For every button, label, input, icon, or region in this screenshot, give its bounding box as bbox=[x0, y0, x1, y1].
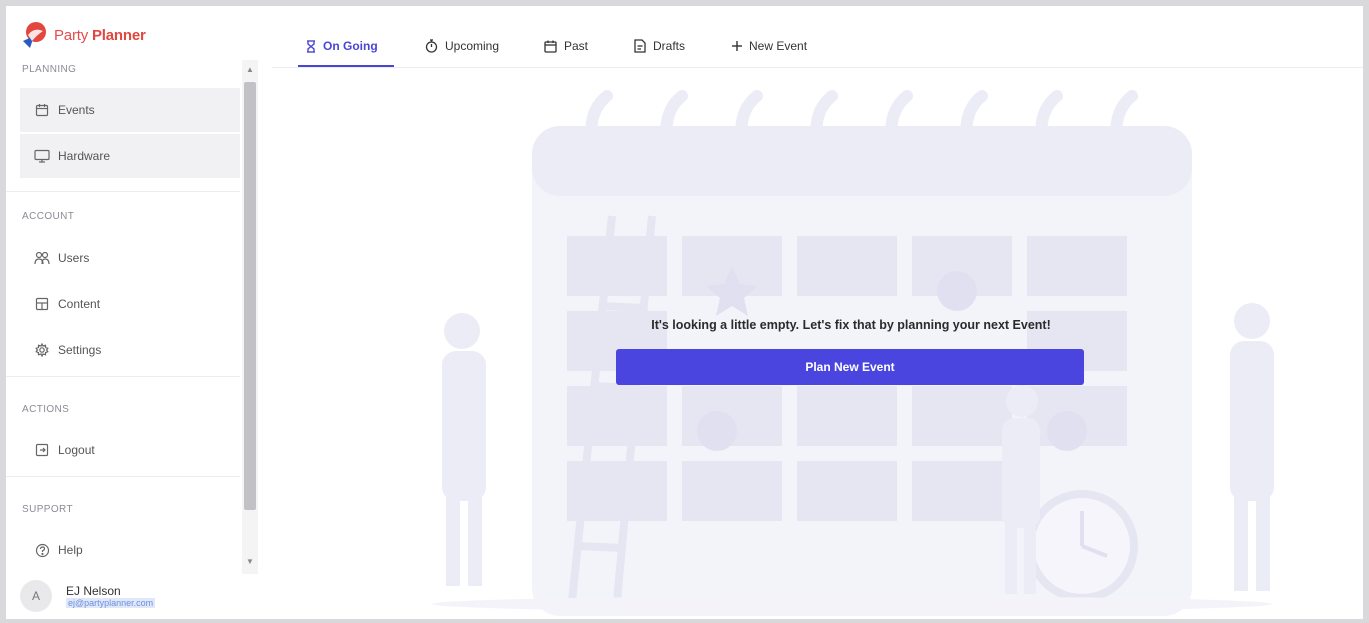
sidebar-item-label: Hardware bbox=[58, 149, 111, 163]
user-profile[interactable]: A EJ Nelson ej@partyplanner.com bbox=[20, 580, 156, 612]
sidebar-item-label: Help bbox=[58, 543, 83, 557]
divider bbox=[6, 191, 240, 192]
user-email: ej@partyplanner.com bbox=[66, 598, 156, 608]
sidebar-item-label: Users bbox=[58, 251, 90, 265]
calendar-icon bbox=[544, 40, 557, 53]
logout-icon bbox=[34, 442, 50, 458]
section-label-support: SUPPORT bbox=[22, 504, 73, 515]
empty-calendar-illustration bbox=[432, 90, 1274, 616]
sidebar-item-users[interactable]: Users bbox=[20, 236, 240, 280]
plus-icon bbox=[732, 41, 742, 51]
sidebar-item-label: Logout bbox=[58, 443, 95, 457]
scroll-up-arrow-icon[interactable]: ▲ bbox=[244, 64, 256, 76]
calendar-icon bbox=[34, 102, 50, 118]
plan-new-event-button[interactable]: Plan New Event bbox=[616, 349, 1084, 385]
sidebar-item-logout[interactable]: Logout bbox=[20, 428, 240, 472]
stopwatch-icon bbox=[425, 39, 438, 53]
user-name: EJ Nelson bbox=[66, 584, 121, 598]
sidebar: Party Planner PLANNING Events Hardware A… bbox=[6, 6, 260, 619]
tab-upcoming[interactable]: Upcoming bbox=[425, 34, 499, 58]
tab-on-going[interactable]: On Going bbox=[306, 34, 378, 58]
gear-icon bbox=[34, 342, 50, 358]
hourglass-icon bbox=[306, 39, 316, 53]
sidebar-scrollbar[interactable]: ▲ ▼ bbox=[242, 60, 258, 574]
main-content: On Going Upcoming Past Drafts New Event bbox=[272, 6, 1363, 619]
logo-text-planner: Planner bbox=[91, 26, 146, 44]
tab-past[interactable]: Past bbox=[544, 34, 588, 58]
tab-label: On Going bbox=[323, 39, 378, 53]
tab-new-event[interactable]: New Event bbox=[732, 34, 807, 58]
scroll-down-arrow-icon[interactable]: ▼ bbox=[244, 556, 256, 568]
tab-label: Upcoming bbox=[445, 39, 500, 53]
sidebar-item-events[interactable]: Events bbox=[20, 88, 240, 132]
sidebar-item-label: Settings bbox=[58, 343, 102, 357]
section-label-account: ACCOUNT bbox=[22, 211, 75, 222]
sidebar-item-label: Events bbox=[58, 103, 95, 117]
tab-label: New Event bbox=[749, 39, 808, 53]
empty-state-message: It's looking a little empty. Let's fix t… bbox=[651, 318, 1051, 332]
event-tabs: On Going Upcoming Past Drafts New Event bbox=[272, 6, 1363, 68]
sidebar-item-settings[interactable]: Settings bbox=[20, 328, 240, 372]
section-label-planning: PLANNING bbox=[22, 64, 77, 75]
logo-text: Party Planner bbox=[54, 27, 146, 44]
tab-drafts[interactable]: Drafts bbox=[634, 34, 685, 58]
sidebar-item-label: Content bbox=[58, 297, 101, 311]
avatar[interactable]: A bbox=[20, 580, 52, 612]
scrollbar-thumb[interactable] bbox=[244, 82, 256, 510]
tab-label: Past bbox=[564, 39, 589, 53]
logo[interactable]: Party Planner bbox=[20, 20, 146, 50]
sidebar-item-content[interactable]: Content bbox=[20, 282, 240, 326]
draft-icon bbox=[634, 39, 646, 53]
content-icon bbox=[34, 296, 50, 312]
active-tab-indicator bbox=[298, 65, 394, 67]
tab-label: Drafts bbox=[653, 39, 686, 53]
monitor-icon bbox=[34, 148, 50, 164]
party-planner-logo-icon bbox=[20, 21, 50, 49]
sidebar-item-help[interactable]: Help bbox=[20, 528, 240, 572]
divider bbox=[6, 376, 240, 377]
logo-text-party: Party bbox=[54, 26, 89, 44]
sidebar-item-hardware[interactable]: Hardware bbox=[20, 134, 240, 178]
divider bbox=[6, 476, 240, 477]
users-icon bbox=[34, 250, 50, 266]
help-icon bbox=[34, 542, 50, 558]
section-label-actions: ACTIONS bbox=[22, 404, 70, 415]
